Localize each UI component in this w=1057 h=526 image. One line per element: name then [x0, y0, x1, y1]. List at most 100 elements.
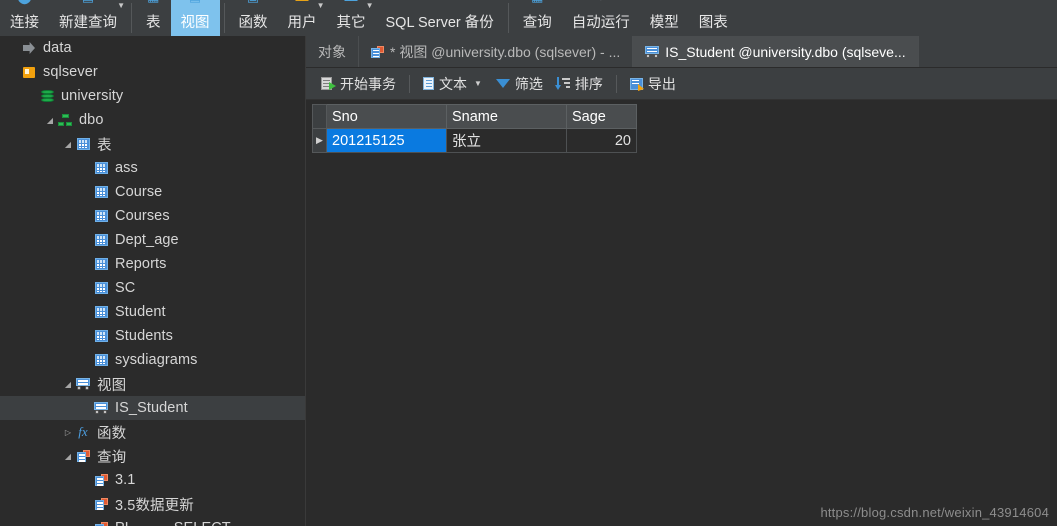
- result-grid[interactable]: Sno Sname Sage ▶ 201215125 张立 20: [312, 104, 637, 153]
- tree-item-university[interactable]: university: [0, 84, 305, 108]
- ribbon-item-label: 表: [146, 14, 161, 31]
- user-icon: ▬: [296, 0, 309, 3]
- tab-3[interactable]: IS_Student @university.dbo (sqlseve...: [633, 36, 919, 67]
- grid-cell[interactable]: 201215125: [326, 128, 447, 153]
- tree-item-3.1[interactable]: 3.1: [0, 468, 305, 492]
- chevron-down-icon[interactable]: ▼: [366, 2, 374, 10]
- table-icon: [94, 234, 108, 246]
- plug-connect-icon: ⬤: [17, 0, 32, 3]
- tree-item-student[interactable]: Student: [0, 300, 305, 324]
- grid-cell[interactable]: 张立: [446, 128, 567, 153]
- ribbon-item-5[interactable]: ▣ 函数: [229, 0, 278, 36]
- tree-item-students[interactable]: Students: [0, 324, 305, 348]
- tree-item-data[interactable]: data: [0, 36, 305, 60]
- object-tree-sidebar[interactable]: data sqlsever university ◢ dbo ◢ 表 ass Cours…: [0, 36, 306, 526]
- ribbon-item-label: SQL Server 备份: [385, 14, 494, 31]
- chevron-down-icon[interactable]: ▼: [317, 2, 325, 10]
- ribbon-item-10[interactable]: ● 自动运行: [562, 0, 640, 36]
- expand-arrow-icon[interactable]: ▷: [62, 420, 74, 444]
- grid-column-header[interactable]: Sno: [326, 104, 447, 129]
- collapse-arrow-icon[interactable]: ◢: [62, 444, 74, 468]
- grid-toolbar[interactable]: 开始事务 文本 ▼ 筛选 排序 导出: [306, 68, 1057, 100]
- backup-icon: ▭: [433, 0, 445, 3]
- toolbar-button-1[interactable]: 开始事务: [314, 72, 403, 96]
- tree-item-3.5数据更新[interactable]: 3.5数据更新: [0, 492, 305, 516]
- grid-column-header[interactable]: Sage: [566, 104, 637, 129]
- schema-icon: [58, 114, 72, 126]
- tree-item-ass[interactable]: ass: [0, 156, 305, 180]
- ribbon-item-8[interactable]: ▭ SQL Server 备份: [376, 0, 504, 36]
- chevron-down-icon[interactable]: ▼: [117, 2, 125, 10]
- tree-item-视图[interactable]: ◢ 视图: [0, 372, 305, 396]
- ribbon-item-12[interactable]: ▭ 图表: [689, 0, 738, 36]
- ribbon-item-2[interactable]: ▤ ▼新建查询: [49, 0, 127, 36]
- collapse-arrow-icon[interactable]: ◢: [44, 108, 56, 132]
- ribbon-item-3[interactable]: ▦表: [136, 0, 171, 36]
- query-icon: ▦: [531, 0, 543, 3]
- table-icon: [94, 354, 108, 366]
- toolbar-button-4[interactable]: 排序: [550, 72, 610, 96]
- tab-strip[interactable]: 对象 * 视图 @university.dbo (sqlsever) - ... I…: [306, 36, 1057, 68]
- tree-item-is_student[interactable]: IS_Student: [0, 396, 305, 420]
- ribbon-item-11[interactable]: ▭ 模型: [640, 0, 689, 36]
- ribbon-item-1[interactable]: ⬤ 连接: [0, 0, 49, 36]
- table-icon: [76, 138, 90, 150]
- filter-icon: [495, 79, 510, 88]
- main-ribbon: ⬤连接▤▼新建查询▦表▤视图▣函数▬▼用户▬▼其它▭SQL Server 备份▦…: [0, 0, 1057, 36]
- tree-item-查询[interactable]: ◢ 查询: [0, 444, 305, 468]
- tree-item-icon-wrap: [20, 36, 38, 60]
- grid-cell[interactable]: 20: [566, 128, 637, 153]
- tab-label: 对象: [318, 43, 346, 60]
- toolbar-separator: [409, 74, 410, 93]
- tree-item-dbo[interactable]: ◢ dbo: [0, 108, 305, 132]
- tab-1[interactable]: 对象: [306, 36, 359, 67]
- tree-item-courses[interactable]: Courses: [0, 204, 305, 228]
- tree-item-course[interactable]: Course: [0, 180, 305, 204]
- connection-plug-icon: [23, 42, 35, 54]
- tree-item-sysdiagrams[interactable]: sysdiagrams: [0, 348, 305, 372]
- ribbon-item-4[interactable]: ▤ 视图: [170, 0, 220, 36]
- tree-item-pl_____select[interactable]: PL_____SELECT: [0, 516, 305, 526]
- view-icon: [645, 45, 660, 58]
- export-icon: [629, 77, 644, 91]
- tree-item-函数[interactable]: ▷ fx 函数: [0, 420, 305, 444]
- ribbon-item-9[interactable]: ▦ 查询: [513, 0, 562, 36]
- ribbon-item-7[interactable]: ▬ ▼其它: [327, 0, 376, 36]
- grid-row[interactable]: ▶ 201215125 张立 20: [312, 128, 637, 153]
- tree-item-icon-wrap: [92, 348, 110, 372]
- tree-item-reports[interactable]: Reports: [0, 252, 305, 276]
- ribbon-item-6[interactable]: ▬ ▼用户: [278, 0, 327, 36]
- tree-item-icon-wrap: [74, 372, 92, 396]
- tab-2[interactable]: * 视图 @university.dbo (sqlsever) - ...: [359, 36, 634, 67]
- tree-item-表[interactable]: ◢ 表: [0, 132, 305, 156]
- table-icon: [94, 282, 108, 294]
- tab-label: IS_Student @university.dbo (sqlseve...: [665, 43, 906, 60]
- collapse-arrow-icon[interactable]: ◢: [62, 372, 74, 396]
- toolbar-button-2[interactable]: 文本 ▼: [416, 72, 489, 96]
- ribbon-item-label: 连接: [10, 14, 39, 31]
- toolbar-button-5[interactable]: 导出: [623, 72, 683, 96]
- tree-item-dept_age[interactable]: Dept_age: [0, 228, 305, 252]
- query-icon: [94, 474, 108, 486]
- collapse-arrow-icon[interactable]: ◢: [62, 132, 74, 156]
- toolbar-button-label: 文本: [439, 75, 467, 92]
- tree-item-icon-wrap: [92, 156, 110, 180]
- result-grid-area[interactable]: Sno Sname Sage ▶ 201215125 张立 20: [306, 100, 1057, 526]
- text-icon: [423, 77, 434, 90]
- table-icon: [94, 186, 108, 198]
- grid-body[interactable]: ▶ 201215125 张立 20: [312, 128, 637, 153]
- grid-column-header[interactable]: Sname: [446, 104, 567, 129]
- other-icon: ▬: [345, 0, 358, 3]
- tree-item-label: data: [43, 40, 72, 56]
- tree-item-sc[interactable]: SC: [0, 276, 305, 300]
- toolbar-button-3[interactable]: 筛选: [489, 72, 550, 96]
- tree-item-label: 查询: [97, 449, 127, 466]
- tree-item-sqlsever[interactable]: sqlsever: [0, 60, 305, 84]
- chevron-down-icon[interactable]: ▼: [474, 79, 482, 88]
